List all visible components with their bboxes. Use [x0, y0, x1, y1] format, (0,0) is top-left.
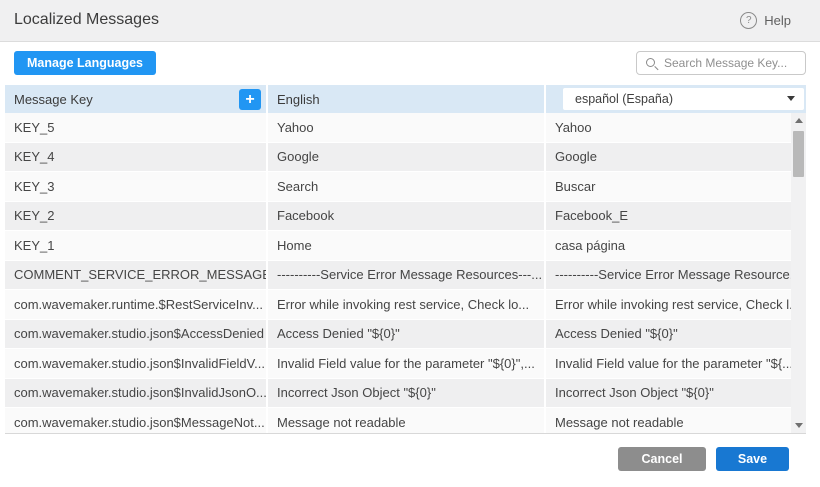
table-row: com.wavemaker.studio.json$InvalidFieldV.…: [5, 349, 791, 379]
cell-english[interactable]: Message not readable: [268, 408, 546, 433]
messages-table: Message Key + English español (España) K…: [5, 85, 806, 434]
cell-english[interactable]: Error while invoking rest service, Check…: [268, 290, 546, 319]
cell-key[interactable]: KEY_2: [5, 202, 268, 231]
cell-translation[interactable]: Message not readable: [546, 408, 791, 433]
table-row: KEY_5 Yahoo Yahoo: [5, 113, 791, 143]
cell-translation[interactable]: Error while invoking rest service, Check…: [546, 290, 791, 319]
cell-translation[interactable]: Facebook_E: [546, 202, 791, 231]
vertical-scrollbar[interactable]: [791, 113, 806, 433]
cell-key[interactable]: KEY_5: [5, 113, 268, 142]
search-box: [636, 51, 806, 75]
search-input[interactable]: [664, 56, 797, 70]
caret-down-icon: [787, 96, 795, 101]
cell-english[interactable]: Google: [268, 143, 546, 172]
table-row: KEY_4 Google Google: [5, 143, 791, 173]
cancel-button[interactable]: Cancel: [618, 447, 706, 471]
scroll-down-button[interactable]: [791, 418, 806, 433]
column-header-message-key: Message Key +: [5, 85, 268, 113]
cell-english[interactable]: Access Denied "${0}": [268, 320, 546, 349]
cell-english[interactable]: Search: [268, 172, 546, 201]
cell-translation[interactable]: Invalid Field value for the parameter "$…: [546, 349, 791, 378]
cell-translation[interactable]: Buscar: [546, 172, 791, 201]
english-header-label: English: [277, 92, 320, 107]
table-row: com.wavemaker.studio.json$MessageNot... …: [5, 408, 791, 433]
cell-translation[interactable]: Google: [546, 143, 791, 172]
scroll-up-icon: [795, 118, 803, 123]
table-body: KEY_5 Yahoo Yahoo KEY_4 Google Google KE…: [5, 113, 791, 433]
scroll-down-icon: [795, 423, 803, 428]
cell-english[interactable]: Incorrect Json Object "${0}": [268, 379, 546, 408]
table-row: com.wavemaker.runtime.$RestServiceInv...…: [5, 290, 791, 320]
scroll-up-button[interactable]: [791, 113, 806, 128]
cell-key[interactable]: com.wavemaker.studio.json$MessageNot...: [5, 408, 268, 433]
message-key-header-label: Message Key: [14, 92, 93, 107]
help-icon: ?: [740, 12, 757, 29]
search-icon: [645, 57, 658, 70]
cell-english[interactable]: Home: [268, 231, 546, 260]
scrollbar-thumb[interactable]: [793, 131, 804, 177]
help-label: Help: [764, 13, 791, 28]
cell-english[interactable]: ----------Service Error Message Resource…: [268, 261, 546, 290]
cell-translation[interactable]: ----------Service Error Message Resource…: [546, 261, 791, 290]
cell-key[interactable]: com.wavemaker.studio.json$AccessDenied: [5, 320, 268, 349]
manage-languages-button[interactable]: Manage Languages: [14, 51, 156, 75]
top-bar: Localized Messages ? Help: [0, 0, 820, 42]
cell-translation[interactable]: Yahoo: [546, 113, 791, 142]
cell-key[interactable]: KEY_4: [5, 143, 268, 172]
cell-english[interactable]: Invalid Field value for the parameter "$…: [268, 349, 546, 378]
table-row: KEY_2 Facebook Facebook_E: [5, 202, 791, 232]
column-header-english: English: [268, 85, 546, 113]
cell-key[interactable]: KEY_1: [5, 231, 268, 260]
cell-english[interactable]: Yahoo: [268, 113, 546, 142]
column-header-language: español (España): [546, 85, 806, 113]
cell-key[interactable]: com.wavemaker.studio.json$InvalidFieldV.…: [5, 349, 268, 378]
plus-icon: +: [245, 91, 254, 108]
language-select[interactable]: español (España): [563, 88, 804, 110]
cell-key[interactable]: COMMENT_SERVICE_ERROR_MESSAGES: [5, 261, 268, 290]
cell-translation[interactable]: Incorrect Json Object "${0}": [546, 379, 791, 408]
localized-messages-panel: Localized Messages ? Help Manage Languag…: [0, 0, 820, 487]
table-header: Message Key + English español (España): [5, 85, 806, 113]
table-row: KEY_3 Search Buscar: [5, 172, 791, 202]
table-row: com.wavemaker.studio.json$InvalidJsonO..…: [5, 379, 791, 409]
cell-key[interactable]: com.wavemaker.runtime.$RestServiceInv...: [5, 290, 268, 319]
help-button[interactable]: ? Help: [740, 12, 791, 29]
cell-english[interactable]: Facebook: [268, 202, 546, 231]
cell-key[interactable]: KEY_3: [5, 172, 268, 201]
page-title: Localized Messages: [14, 11, 159, 29]
table-row: com.wavemaker.studio.json$AccessDenied A…: [5, 320, 791, 350]
table-row: KEY_1 Home casa página: [5, 231, 791, 261]
add-language-button[interactable]: +: [239, 89, 261, 110]
cell-translation[interactable]: Access Denied "${0}": [546, 320, 791, 349]
table-row: COMMENT_SERVICE_ERROR_MESSAGES ---------…: [5, 261, 791, 291]
cell-key[interactable]: com.wavemaker.studio.json$InvalidJsonO..…: [5, 379, 268, 408]
cell-translation[interactable]: casa página: [546, 231, 791, 260]
language-select-value: español (España): [575, 92, 673, 106]
save-button[interactable]: Save: [716, 447, 789, 471]
